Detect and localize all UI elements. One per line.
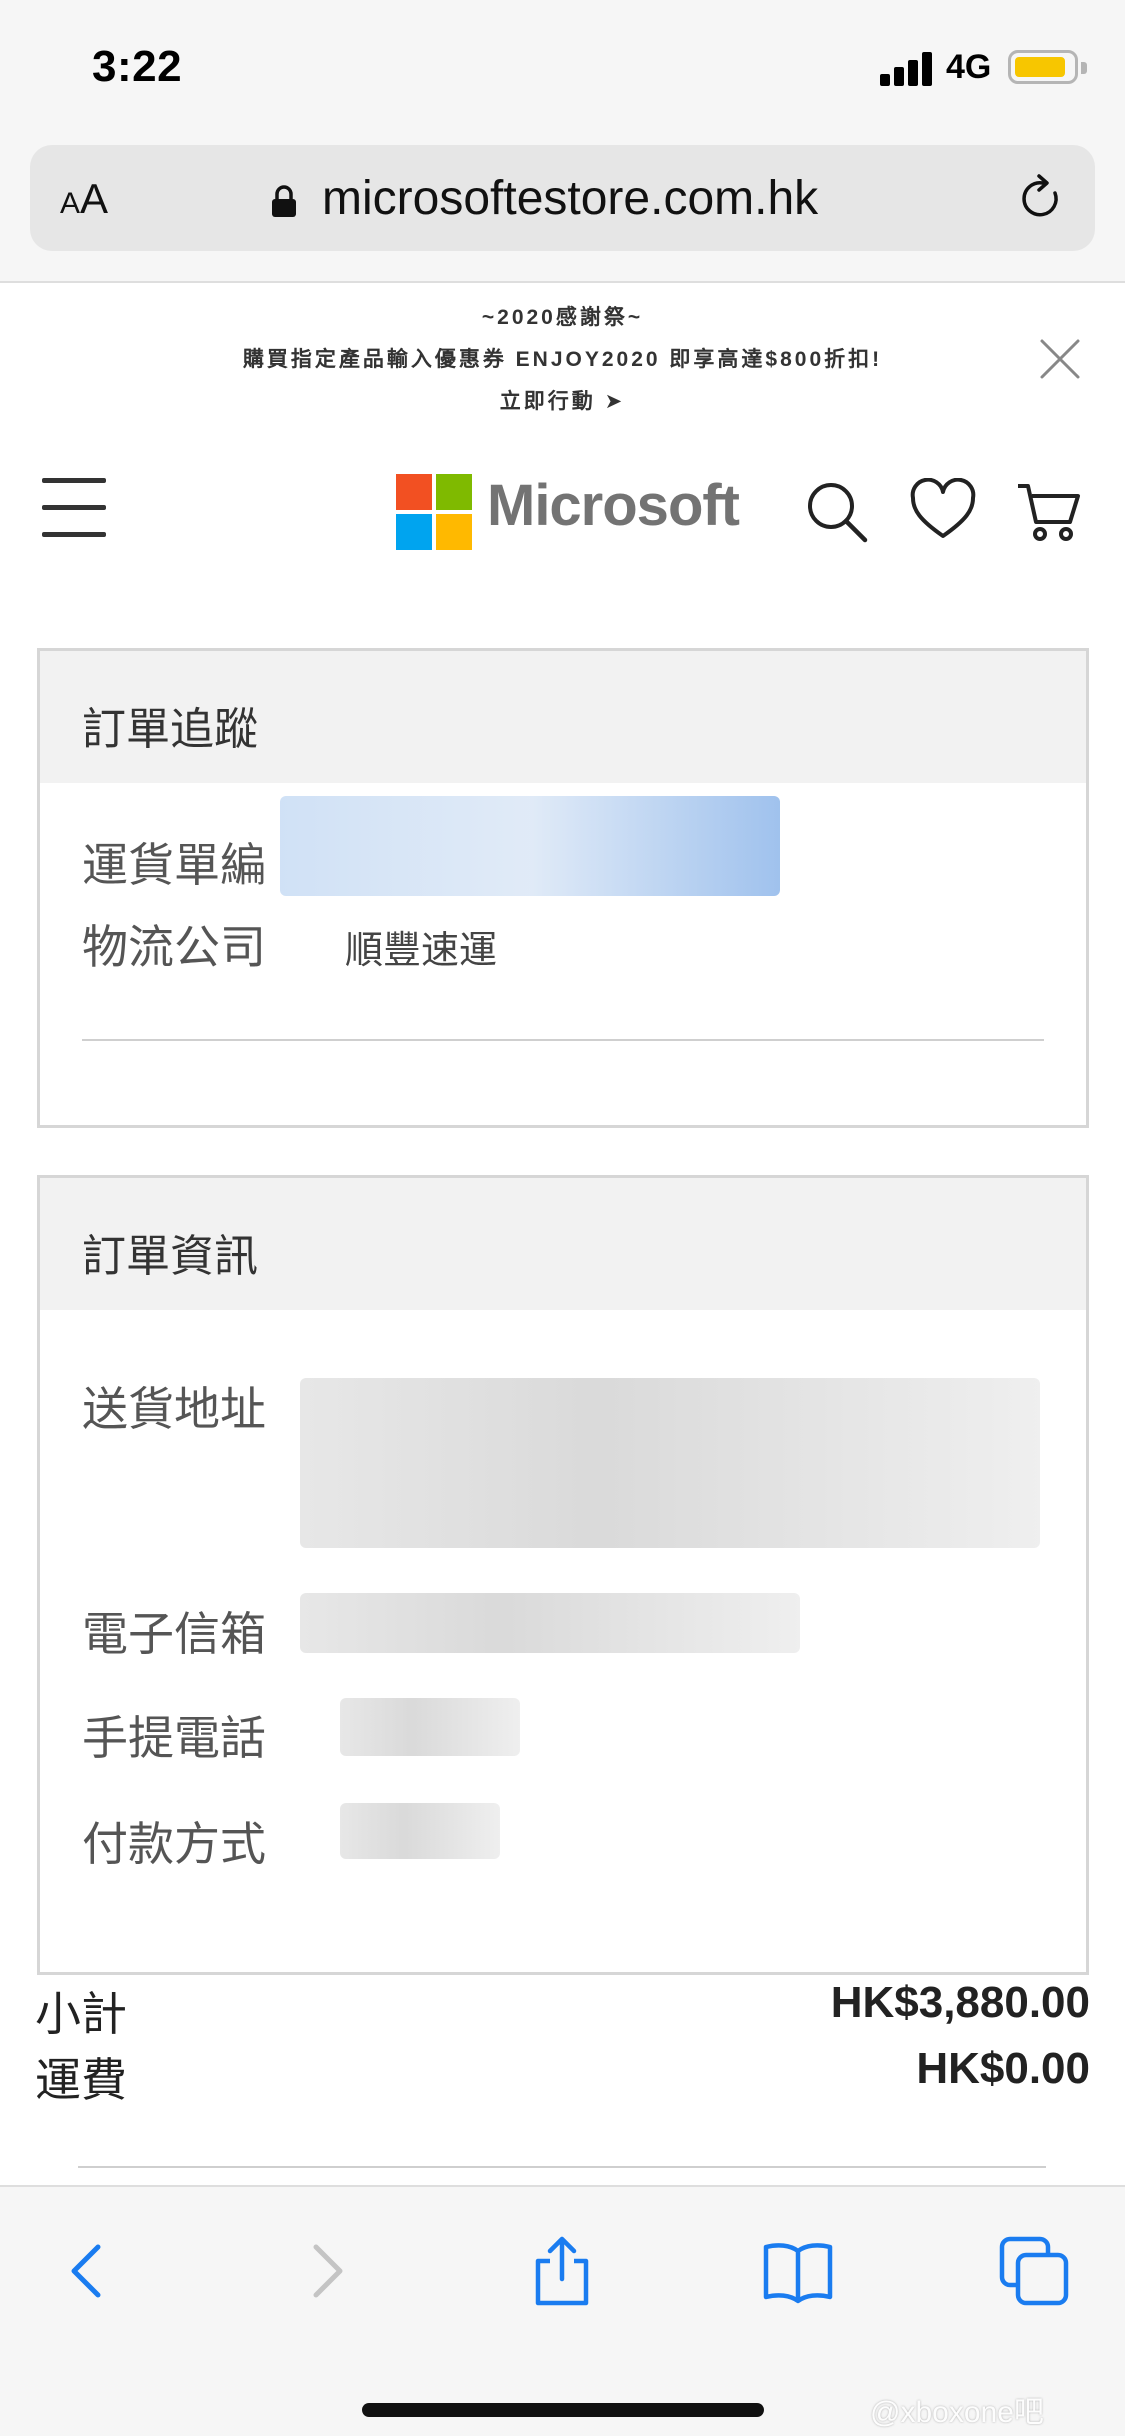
lock-icon <box>272 185 296 217</box>
redacted-address <box>300 1378 1040 1548</box>
status-time: 3:22 <box>92 42 183 91</box>
share-icon[interactable] <box>526 2235 598 2307</box>
reload-icon[interactable] <box>1015 173 1065 223</box>
promo-cta-link[interactable]: 立即行動 ➤ <box>0 385 1125 415</box>
promo-text: 購買指定產品輸入優惠券 ENJOY2020 即享高達$800折扣! <box>242 348 883 371</box>
url-text[interactable]: microsoftestore.com.hk <box>322 171 818 226</box>
shipping-value: HK$0.00 <box>916 2044 1090 2093</box>
panel-title: 訂單資訊 <box>82 1232 258 1281</box>
carrier-value: 順豐速運 <box>345 930 498 972</box>
subtotal-label: 小計 <box>35 1988 127 2040</box>
search-icon[interactable] <box>803 478 869 544</box>
back-icon[interactable] <box>52 2235 124 2307</box>
address-bar[interactable]: AA microsoftestore.com.hk <box>30 145 1095 251</box>
redacted-payment <box>340 1803 500 1859</box>
totals-divider <box>78 2166 1046 2168</box>
status-bar: 3:22 4G <box>0 0 1125 135</box>
menu-icon[interactable] <box>42 478 106 538</box>
brand-name[interactable]: Microsoft <box>487 472 740 539</box>
panel-header: 訂單追蹤 <box>40 651 1086 783</box>
promo-banner[interactable]: ~2020感謝祭~ 購買指定產品輸入優惠券 ENJOY2020 即享高達$800… <box>0 285 1125 425</box>
shipping-row: 運費 HK$0.00 <box>35 2044 1090 2106</box>
divider <box>82 1039 1044 1041</box>
signal-icon <box>880 52 936 86</box>
bookmarks-icon[interactable] <box>762 2235 834 2307</box>
address-label: 送貨地址 <box>82 1383 266 1435</box>
watermark: @xboxone吧 <box>870 2396 1044 2429</box>
panel-title: 訂單追蹤 <box>82 705 258 754</box>
text-size-button[interactable]: AA <box>60 175 108 223</box>
browser-toolbar: @xboxone吧 <box>0 2185 1125 2436</box>
network-type: 4G <box>946 48 992 86</box>
panel-header: 訂單資訊 <box>40 1178 1086 1310</box>
payment-label: 付款方式 <box>82 1818 266 1870</box>
tabs-icon[interactable] <box>998 2235 1070 2307</box>
site-header: Microsoft <box>0 430 1125 590</box>
subtotal-value: HK$3,880.00 <box>830 1978 1090 2027</box>
cart-icon[interactable] <box>1016 478 1082 544</box>
promo-title: ~2020感謝祭~ <box>481 306 644 329</box>
heart-icon[interactable] <box>910 478 976 544</box>
subtotal-row: 小計 HK$3,880.00 <box>35 1978 1090 2040</box>
home-indicator[interactable] <box>362 2403 764 2417</box>
battery-icon <box>1008 50 1087 84</box>
redacted-waybill-number <box>280 796 780 896</box>
close-icon[interactable] <box>1038 337 1082 381</box>
email-label: 電子信箱 <box>82 1608 266 1660</box>
order-info-panel: 訂單資訊 送貨地址 電子信箱 手提電話 付款方式 <box>37 1175 1089 1975</box>
redacted-email <box>300 1593 800 1653</box>
shipping-label: 運費 <box>35 2054 127 2106</box>
carrier-label: 物流公司 <box>82 921 266 973</box>
forward-icon[interactable] <box>290 2235 362 2307</box>
order-tracking-panel: 訂單追蹤 運貨單編 物流公司 順豐速運 <box>37 648 1089 1128</box>
microsoft-logo-icon[interactable] <box>396 474 472 550</box>
browser-address-area: AA microsoftestore.com.hk <box>0 135 1125 283</box>
redacted-phone <box>340 1698 520 1756</box>
phone-label: 手提電話 <box>82 1712 266 1764</box>
waybill-label: 運貨單編 <box>82 839 266 891</box>
